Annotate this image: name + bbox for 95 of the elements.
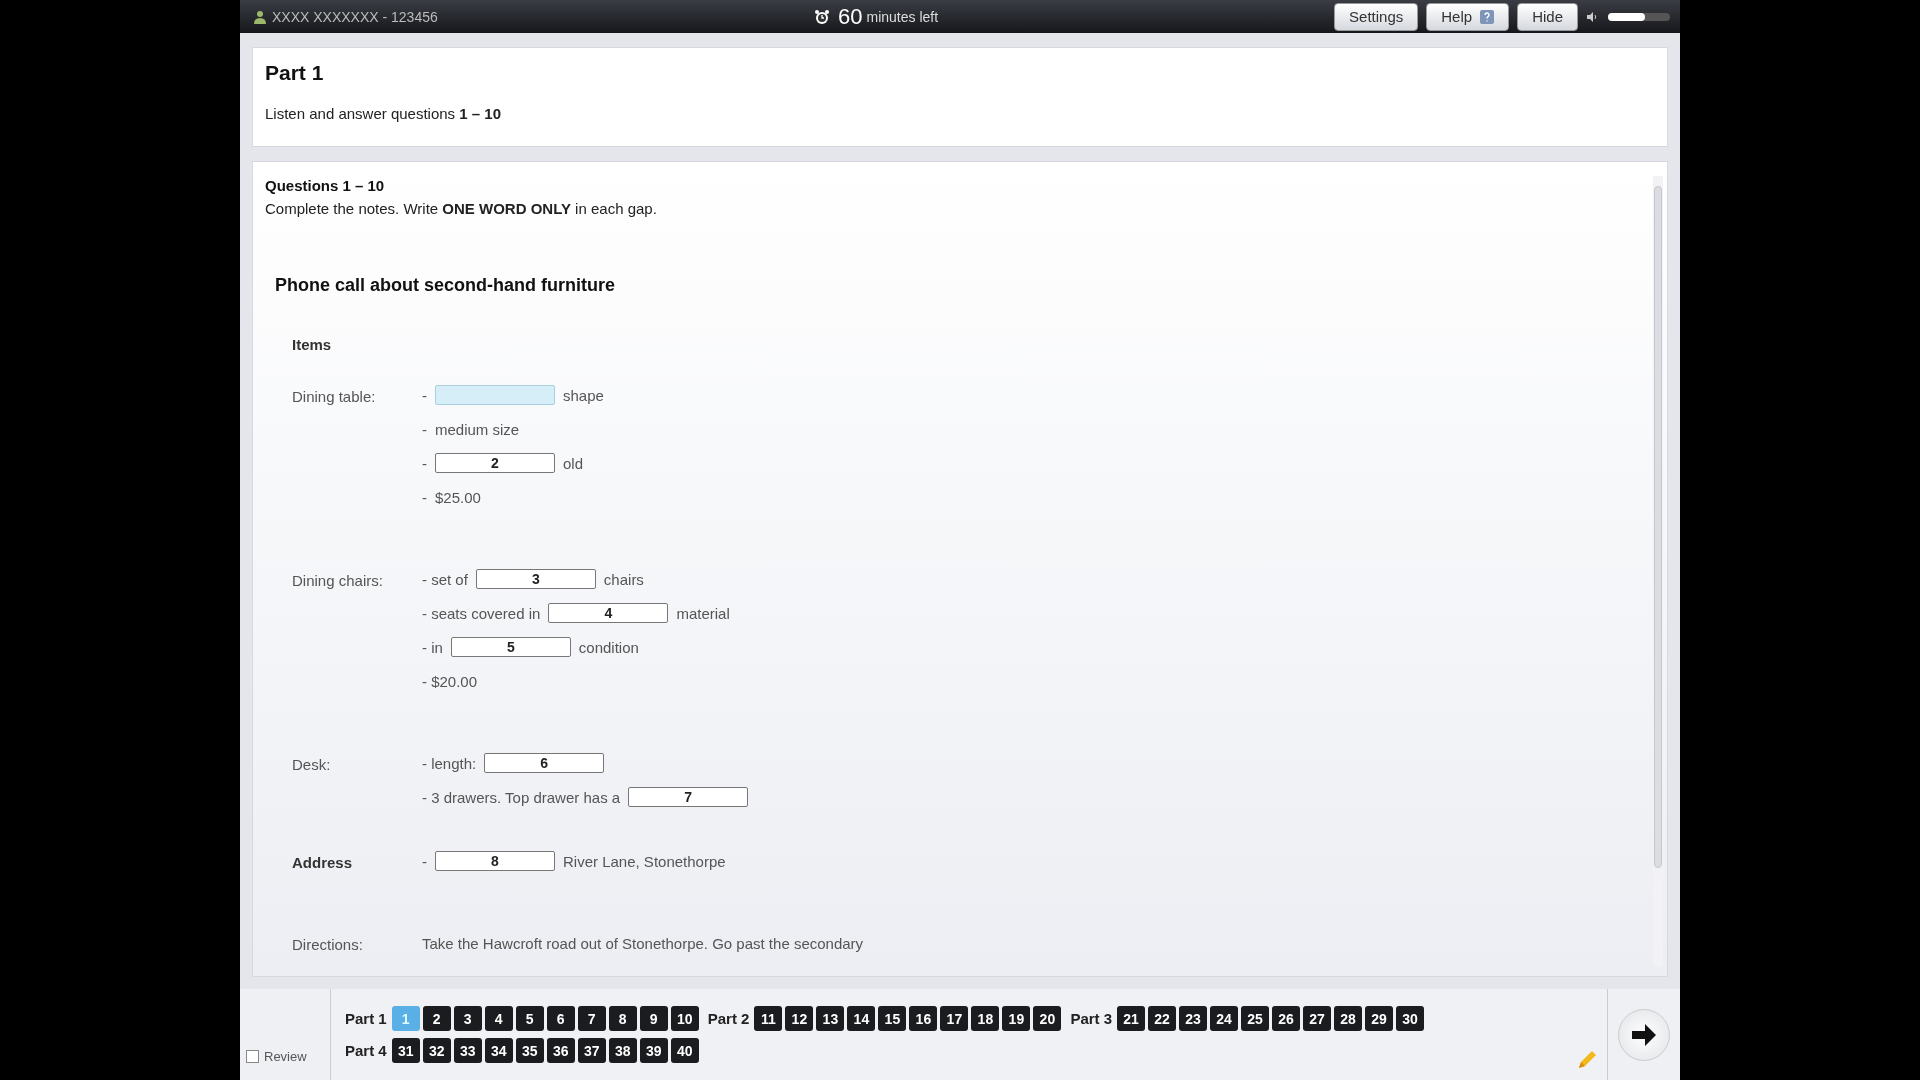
- help-button[interactable]: Help: [1426, 2, 1510, 31]
- question-number-button[interactable]: 14: [847, 1006, 876, 1031]
- toolbar-button[interactable]: Hide: [1517, 2, 1578, 31]
- question-number-button[interactable]: 20: [1033, 1006, 1062, 1031]
- note-text: - length:: [422, 754, 477, 772]
- question-number-button[interactable]: 12: [785, 1006, 814, 1031]
- note-text: Take the Hawcroft road out of Stonethorpe. Go past the secondary: [422, 934, 864, 952]
- question-number-button[interactable]: 30: [1396, 1006, 1425, 1031]
- answer-field[interactable]: 2: [435, 453, 555, 473]
- question-number-button[interactable]: 15: [878, 1006, 907, 1031]
- note-text: old: [563, 454, 584, 472]
- question-mark-icon: [1480, 9, 1495, 24]
- part-label: Part 4: [345, 1042, 387, 1059]
- question-number-button[interactable]: 4: [484, 1006, 513, 1031]
- answer-field[interactable]: 7: [628, 787, 749, 807]
- note-text: - set of: [422, 570, 468, 588]
- note-text: medium size: [435, 420, 520, 438]
- question-number-button[interactable]: 18: [971, 1006, 1000, 1031]
- note-text: - in: [422, 638, 443, 656]
- timer-value: 60: [838, 3, 863, 30]
- answer-field[interactable]: 4: [548, 603, 669, 623]
- question-number-button[interactable]: 9: [639, 1006, 668, 1031]
- note-text: $25.00: [435, 488, 481, 506]
- question-number-button[interactable]: 26: [1272, 1006, 1301, 1031]
- question-number-button[interactable]: 38: [608, 1038, 637, 1063]
- question-number-button[interactable]: 10: [670, 1006, 699, 1031]
- question-number-button[interactable]: 25: [1241, 1006, 1270, 1031]
- item-label: Address: [292, 853, 354, 873]
- item-label: Dining table:: [292, 387, 377, 407]
- question-number-button[interactable]: 35: [515, 1038, 544, 1063]
- question-number-button[interactable]: 21: [1117, 1006, 1146, 1031]
- part-title: Part 1: [265, 61, 325, 85]
- item-label: Desk:: [292, 755, 332, 775]
- question-number-button[interactable]: 11: [754, 1006, 783, 1031]
- question-number-button[interactable]: 5: [515, 1006, 544, 1031]
- note-text: River Lane, Stonethorpe: [563, 852, 726, 870]
- note-text: chairs: [603, 570, 644, 588]
- volume-slider[interactable]: [1608, 12, 1670, 21]
- questions-instruction: Complete the notes. Write ONE WORD ONLY in each gap.: [265, 200, 658, 217]
- scrollbar[interactable]: [1653, 176, 1663, 966]
- note-text: material: [676, 604, 730, 622]
- part-label: Part 2: [707, 1010, 750, 1027]
- question-number-button[interactable]: 31: [391, 1038, 420, 1063]
- note-text: - seats covered in: [422, 604, 541, 622]
- question-number-button[interactable]: 22: [1148, 1006, 1177, 1031]
- question-number-button[interactable]: 37: [577, 1038, 606, 1063]
- answer-field[interactable]: 8: [435, 851, 555, 871]
- alarm-clock-icon: [814, 8, 830, 25]
- part-instruction: Listen and answer questions 1 – 10: [265, 105, 502, 122]
- answer-field[interactable]: [435, 385, 555, 405]
- answer-field[interactable]: 6: [484, 753, 605, 773]
- question-number-button[interactable]: 24: [1210, 1006, 1239, 1031]
- question-number-button[interactable]: 27: [1303, 1006, 1332, 1031]
- question-number-button[interactable]: 28: [1334, 1006, 1363, 1031]
- item-label: Directions:: [292, 935, 364, 955]
- person-icon: [254, 9, 266, 24]
- note-text: -: [422, 488, 427, 506]
- section-label: Items: [292, 336, 333, 353]
- note-text: -: [422, 852, 427, 870]
- question-number-button[interactable]: 32: [422, 1038, 451, 1063]
- question-number-button[interactable]: 8: [608, 1006, 637, 1031]
- part-label: Part 3: [1070, 1010, 1113, 1027]
- speaker-icon: [1586, 10, 1598, 23]
- question-number-button[interactable]: 6: [546, 1006, 575, 1031]
- question-number-button[interactable]: 19: [1002, 1006, 1031, 1031]
- question-number-button[interactable]: 40: [670, 1038, 699, 1063]
- note-text: -: [422, 386, 427, 404]
- question-number-button[interactable]: 13: [816, 1006, 845, 1031]
- question-number-button[interactable]: 2: [422, 1006, 451, 1031]
- question-number-button[interactable]: 16: [909, 1006, 938, 1031]
- notes-title: Phone call about second-hand furniture: [275, 275, 617, 296]
- question-number-button[interactable]: 39: [639, 1038, 668, 1063]
- part-label: Part 1: [345, 1010, 387, 1027]
- question-number-button[interactable]: 36: [546, 1038, 575, 1063]
- candidate-name: XXXX XXXXXXX - 123456: [272, 8, 438, 25]
- item-label: Dining chairs:: [292, 571, 384, 591]
- question-number-button[interactable]: 17: [940, 1006, 969, 1031]
- toolbar-button[interactable]: Settings: [1334, 2, 1419, 31]
- answer-field[interactable]: 3: [475, 569, 596, 589]
- note-text: -: [422, 454, 427, 472]
- note-text: shape: [563, 386, 604, 404]
- questions-heading: Questions 1 – 10: [265, 177, 386, 194]
- note-text: condition: [578, 638, 639, 656]
- answer-field[interactable]: 5: [450, 637, 571, 657]
- timer-label: minutes left: [866, 8, 939, 25]
- question-number-button[interactable]: 33: [453, 1038, 482, 1063]
- question-number-button[interactable]: 7: [577, 1006, 606, 1031]
- question-number-button[interactable]: 29: [1365, 1006, 1394, 1031]
- note-text: - $20.00: [422, 672, 478, 690]
- question-number-button[interactable]: 34: [484, 1038, 513, 1063]
- question-number-button[interactable]: 3: [453, 1006, 482, 1031]
- question-number-button[interactable]: 23: [1179, 1006, 1208, 1031]
- note-text: -: [422, 420, 427, 438]
- note-text: - 3 drawers. Top drawer has a: [422, 788, 621, 806]
- review-checkbox[interactable]: Review: [240, 1049, 330, 1064]
